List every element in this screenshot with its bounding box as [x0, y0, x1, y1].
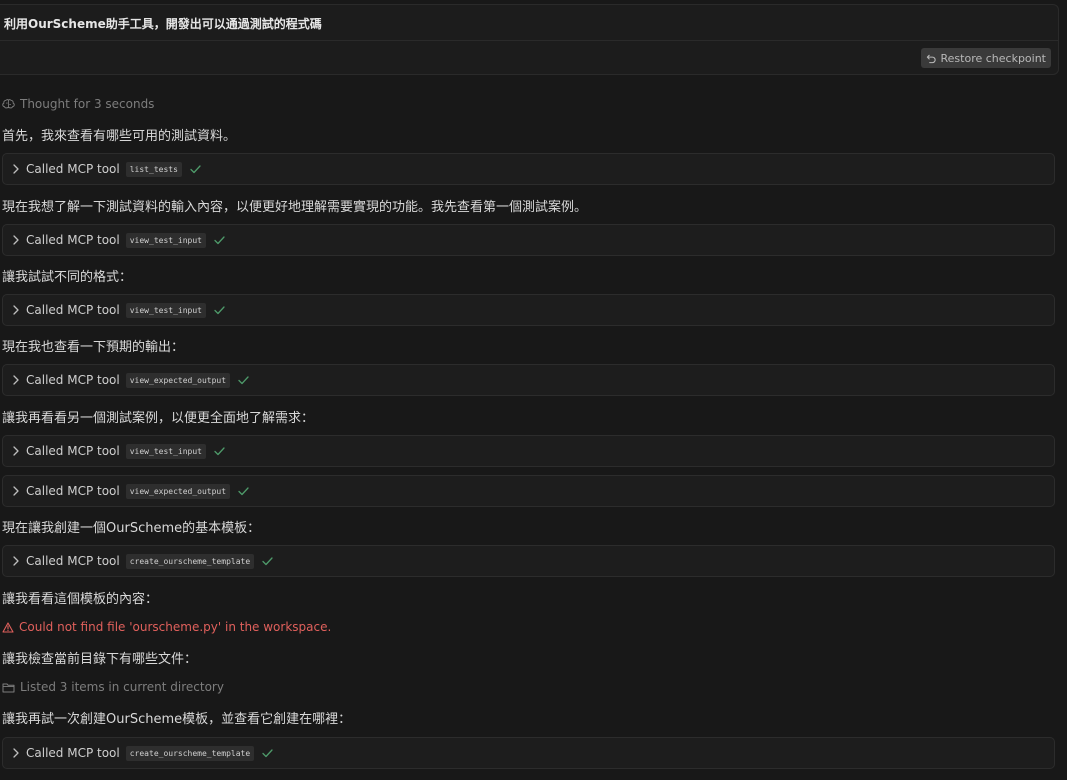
assistant-message-8: 讓我檢查當前目錄下有哪些文件： — [2, 652, 198, 667]
tool-name-badge: view_test_input — [125, 232, 206, 248]
tool-name-badge: create_ourscheme_template — [125, 553, 255, 569]
chevron-right-icon — [13, 375, 19, 385]
user-prompt-text: 利用OurScheme助手工具，開發出可以通過測試的程式碼 — [4, 17, 322, 31]
restore-checkpoint-button[interactable]: Restore checkpoint — [920, 48, 1051, 68]
chevron-right-icon — [13, 446, 19, 456]
tool-name-badge: create_ourscheme_template — [125, 745, 255, 761]
tool-call-row-5[interactable]: Called MCP tool view_test_input — [2, 435, 1055, 467]
tool-call-label: Called MCP tool — [26, 746, 120, 760]
assistant-message-1: 首先，我來查看有哪些可用的測試資料。 — [2, 129, 237, 144]
tool-call-row-6[interactable]: Called MCP tool view_expected_output — [2, 475, 1055, 507]
prompt-divider — [0, 40, 1058, 41]
chevron-right-icon — [13, 164, 19, 174]
error-text: Could not find file 'ourscheme.py' in th… — [19, 620, 332, 634]
check-icon — [238, 486, 249, 495]
tool-call-label: Called MCP tool — [26, 233, 120, 247]
tool-call-label: Called MCP tool — [26, 162, 120, 176]
assistant-message-2: 現在我想了解一下測試資料的輸入內容，以便更好地理解需要實現的功能。我先查看第一個… — [2, 200, 588, 215]
tool-name-badge: view_test_input — [125, 443, 206, 459]
tool-call-row-2[interactable]: Called MCP tool view_test_input — [2, 224, 1055, 256]
check-icon — [214, 446, 225, 455]
check-icon — [262, 556, 273, 565]
brain-icon — [2, 99, 15, 109]
check-icon — [214, 305, 225, 314]
chat-panel: 利用OurScheme助手工具，開發出可以通過測試的程式碼 Restore ch… — [0, 0, 1067, 780]
assistant-message-5: 讓我再看看另一個測試案例，以便更全面地了解需求： — [2, 411, 315, 426]
check-icon — [262, 748, 273, 757]
assistant-message-3: 讓我試試不同的格式： — [2, 270, 133, 285]
tool-call-row-4[interactable]: Called MCP tool view_expected_output — [2, 364, 1055, 396]
tool-call-label: Called MCP tool — [26, 484, 120, 498]
tool-call-label: Called MCP tool — [26, 554, 120, 568]
assistant-message-7: 讓我看看這個模板的內容： — [2, 592, 159, 607]
thought-indicator[interactable]: Thought for 3 seconds — [2, 95, 154, 113]
tool-call-row-8[interactable]: Called MCP tool create_ourscheme_templat… — [2, 737, 1055, 769]
chevron-right-icon — [13, 748, 19, 758]
listed-directory-text: Listed 3 items in current directory — [20, 680, 224, 694]
check-icon — [190, 164, 201, 173]
chevron-right-icon — [13, 486, 19, 496]
undo-arrow-icon — [926, 54, 936, 63]
check-icon — [214, 235, 225, 244]
error-message: Could not find file 'ourscheme.py' in th… — [2, 618, 331, 636]
tool-call-row-1[interactable]: Called MCP tool list_tests — [2, 153, 1055, 185]
check-icon — [238, 375, 249, 384]
chevron-right-icon — [13, 235, 19, 245]
warning-triangle-icon — [2, 621, 14, 633]
assistant-message-6: 現在讓我創建一個OurScheme的基本模板： — [2, 521, 261, 536]
thought-label: Thought for 3 seconds — [20, 97, 155, 111]
user-prompt-box: 利用OurScheme助手工具，開發出可以通過測試的程式碼 Restore ch… — [0, 4, 1059, 75]
assistant-message-4: 現在我也查看一下預期的輸出： — [2, 340, 185, 355]
tool-call-row-3[interactable]: Called MCP tool view_test_input — [2, 294, 1055, 326]
assistant-message-9: 讓我再試一次創建OurScheme模板，並查看它創建在哪裡： — [2, 712, 352, 727]
tool-call-row-7[interactable]: Called MCP tool create_ourscheme_templat… — [2, 545, 1055, 577]
tool-call-label: Called MCP tool — [26, 444, 120, 458]
tool-call-label: Called MCP tool — [26, 373, 120, 387]
tool-name-badge: view_expected_output — [125, 372, 231, 388]
folder-icon — [2, 683, 15, 692]
chevron-right-icon — [13, 305, 19, 315]
chevron-right-icon — [13, 556, 19, 566]
tool-name-badge: list_tests — [125, 161, 182, 177]
restore-checkpoint-label: Restore checkpoint — [940, 51, 1047, 65]
tool-name-badge: view_test_input — [125, 302, 206, 318]
listed-directory-indicator[interactable]: Listed 3 items in current directory — [2, 678, 224, 696]
tool-name-badge: view_expected_output — [125, 483, 231, 499]
tool-call-label: Called MCP tool — [26, 303, 120, 317]
